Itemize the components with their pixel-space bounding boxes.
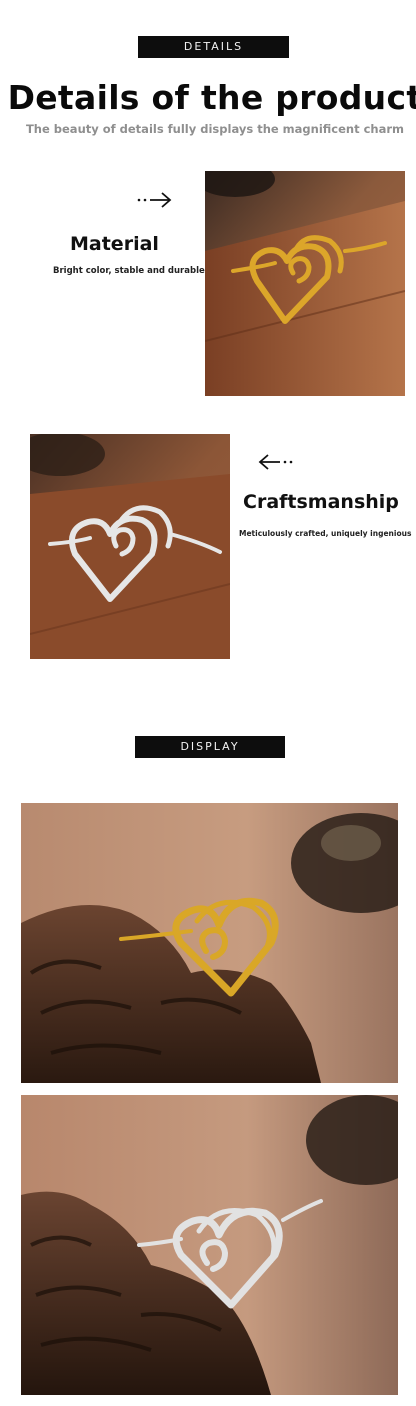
display-photo-silver (21, 1095, 398, 1395)
material-title: Material (70, 233, 159, 255)
dotted-arrow-left-icon (258, 454, 293, 470)
display-photo-gold (21, 803, 398, 1083)
craftsmanship-title: Craftsmanship (243, 491, 399, 513)
craftsmanship-description: Meticulously crafted, uniquely ingenious (239, 529, 412, 538)
details-section-tag: DETAILS (138, 36, 289, 58)
display-section-tag: DISPLAY (135, 736, 285, 758)
material-photo (205, 171, 405, 396)
page-subtitle: The beauty of details fully displays the… (25, 122, 405, 136)
material-description: Bright color, stable and durable (53, 266, 205, 276)
page-title: Details of the product (7, 78, 416, 117)
craftsmanship-photo (30, 434, 230, 659)
dotted-arrow-right-icon (137, 192, 172, 208)
